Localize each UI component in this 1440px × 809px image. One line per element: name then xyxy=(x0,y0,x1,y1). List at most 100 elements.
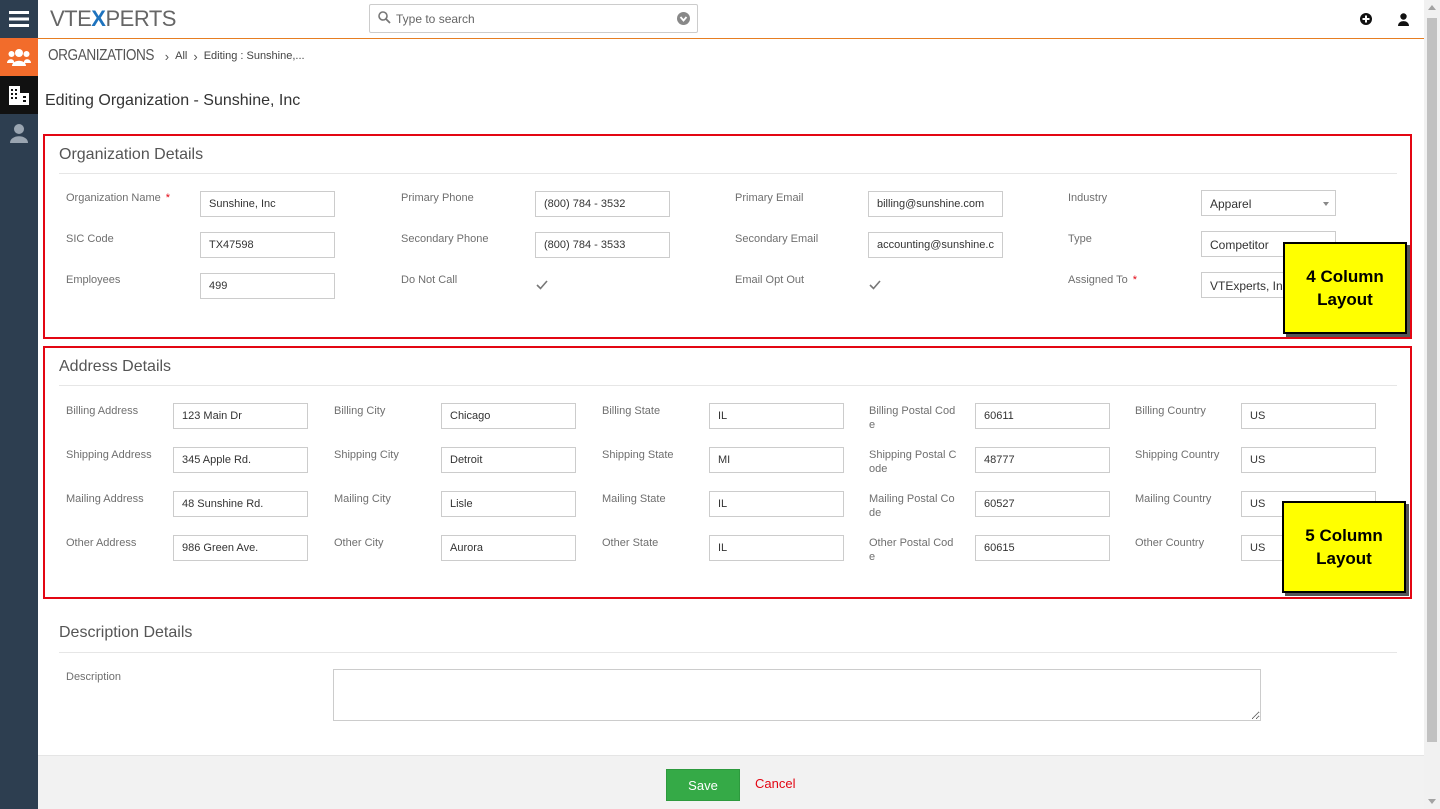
other-city-input[interactable] xyxy=(441,535,576,561)
primary-phone-input[interactable] xyxy=(535,191,670,217)
page-scrollbar[interactable] xyxy=(1424,0,1440,809)
billing-state-input[interactable] xyxy=(709,403,844,429)
save-button[interactable]: Save xyxy=(666,769,740,801)
scroll-up-arrow-icon[interactable] xyxy=(1428,5,1436,10)
breadcrumb: ORGANIZATIONS › All › Editing : Sunshine… xyxy=(48,44,305,68)
section-divider xyxy=(59,652,1397,653)
mailing-postal-code-label: Mailing Postal Co de xyxy=(869,492,955,520)
mailing-state-input[interactable] xyxy=(709,491,844,517)
five-column-layout-callout: 5 Column Layout xyxy=(1282,501,1406,593)
other-postal-code-label: Other Postal Cod e xyxy=(869,536,953,564)
description-details-block: Description Details Description xyxy=(45,614,1409,755)
search-icon xyxy=(378,11,391,24)
other-state-input[interactable] xyxy=(709,535,844,561)
chevron-right-icon: › xyxy=(193,48,198,64)
form-footer: Save Cancel xyxy=(38,755,1424,809)
user-icon[interactable] xyxy=(1398,13,1409,26)
secondary-email-input[interactable] xyxy=(868,232,1003,258)
organization-building-icon xyxy=(9,86,29,105)
hamburger-icon xyxy=(9,11,29,27)
mailing-postal-code-input[interactable] xyxy=(975,491,1110,517)
page-title: Editing Organization - Sunshine, Inc xyxy=(45,92,301,109)
contact-person-icon xyxy=(10,124,28,143)
cancel-link[interactable]: Cancel xyxy=(755,776,795,791)
assigned-to-selected-value: VTExperts, Inc xyxy=(1210,279,1289,293)
shipping-state-label: Shipping State xyxy=(602,449,674,461)
other-state-label: Other State xyxy=(602,537,659,549)
industry-select[interactable]: Apparel xyxy=(1201,190,1336,216)
label-line-2: e xyxy=(869,551,876,563)
type-label: Type xyxy=(1068,233,1092,245)
billing-address-input[interactable] xyxy=(173,403,308,429)
billing-city-input[interactable] xyxy=(441,403,576,429)
breadcrumb-filter[interactable]: All xyxy=(175,50,187,62)
shipping-state-input[interactable] xyxy=(709,447,844,473)
mailing-city-input[interactable] xyxy=(441,491,576,517)
chevron-down-circle-icon[interactable] xyxy=(677,12,690,25)
callout-line-2: Layout xyxy=(1317,290,1373,309)
scroll-down-arrow-icon[interactable] xyxy=(1428,799,1436,804)
other-address-label: Other Address xyxy=(66,537,137,549)
mailing-city-label: Mailing City xyxy=(334,493,391,505)
industry-label: Industry xyxy=(1068,192,1108,204)
shipping-country-input[interactable] xyxy=(1241,447,1376,473)
billing-postal-code-input[interactable] xyxy=(975,403,1110,429)
description-label: Description xyxy=(66,671,122,683)
section-divider xyxy=(59,385,1397,386)
shipping-postal-code-input[interactable] xyxy=(975,447,1110,473)
sic-code-input[interactable] xyxy=(200,232,335,258)
breadcrumb-module[interactable]: ORGANIZATIONS xyxy=(48,47,154,65)
email-opt-out-checkbox[interactable] xyxy=(868,278,882,292)
label-line-2: e xyxy=(869,419,876,431)
required-marker: * xyxy=(165,192,171,204)
shipping-postal-code-label: Shipping Postal C ode xyxy=(869,448,956,476)
email-opt-out-label: Email Opt Out xyxy=(735,274,805,286)
employees-label: Employees xyxy=(66,274,121,286)
sidebar-item-contacts[interactable] xyxy=(0,114,38,152)
sidebar-item-organizations[interactable] xyxy=(0,76,38,114)
organization-details-block: Organization Details Organization Name * … xyxy=(45,136,1409,336)
callout-line-1: 4 Column xyxy=(1306,267,1384,286)
four-column-layout-callout: 4 Column Layout xyxy=(1283,242,1407,334)
shipping-country-label: Shipping Country xyxy=(1135,449,1220,461)
sidebar-item-users[interactable] xyxy=(0,38,38,76)
mailing-address-input[interactable] xyxy=(173,491,308,517)
sic-code-label: SIC Code xyxy=(66,233,114,245)
billing-country-label: Billing Country xyxy=(1135,405,1206,417)
vtexperts-logo[interactable]: VTEXPERTS xyxy=(50,6,176,32)
scrollbar-thumb[interactable] xyxy=(1427,18,1437,742)
label-line-1: Billing Postal Cod xyxy=(869,405,956,417)
shipping-city-input[interactable] xyxy=(441,447,576,473)
logo-text-suffix: PERTS xyxy=(105,6,176,31)
caret-down-icon xyxy=(1323,202,1329,206)
do-not-call-label: Do Not Call xyxy=(401,274,458,286)
billing-country-input[interactable] xyxy=(1241,403,1376,429)
description-details-title: Description Details xyxy=(59,624,193,641)
primary-phone-label: Primary Phone xyxy=(401,192,474,204)
menu-button[interactable] xyxy=(0,0,38,38)
mailing-country-label: Mailing Country xyxy=(1135,493,1212,505)
address-details-block: Address Details Billing Address Billing … xyxy=(45,348,1409,596)
label-line-1: Shipping Postal C xyxy=(869,449,957,461)
industry-selected-value: Apparel xyxy=(1210,197,1252,211)
section-divider xyxy=(59,173,1397,174)
employees-input[interactable] xyxy=(200,273,335,299)
description-textarea[interactable] xyxy=(333,669,1261,721)
organization-name-label: Organization Name * xyxy=(66,191,170,205)
chevron-right-icon: › xyxy=(164,48,170,64)
logo-text-x: X xyxy=(91,6,106,31)
primary-email-input[interactable] xyxy=(868,191,1003,217)
do-not-call-checkbox[interactable] xyxy=(535,278,549,292)
callout-line-2: Layout xyxy=(1316,549,1372,568)
organization-name-input[interactable] xyxy=(200,191,335,217)
other-address-input[interactable] xyxy=(173,535,308,561)
callout-line-1: 5 Column xyxy=(1305,526,1383,545)
assigned-to-label: Assigned To * xyxy=(1068,273,1137,287)
other-postal-code-input[interactable] xyxy=(975,535,1110,561)
mailing-state-label: Mailing State xyxy=(602,493,666,505)
search-input[interactable] xyxy=(396,10,666,28)
other-city-label: Other City xyxy=(334,537,384,549)
secondary-phone-input[interactable] xyxy=(535,232,670,258)
add-circle-icon[interactable] xyxy=(1360,13,1372,25)
shipping-address-input[interactable] xyxy=(173,447,308,473)
